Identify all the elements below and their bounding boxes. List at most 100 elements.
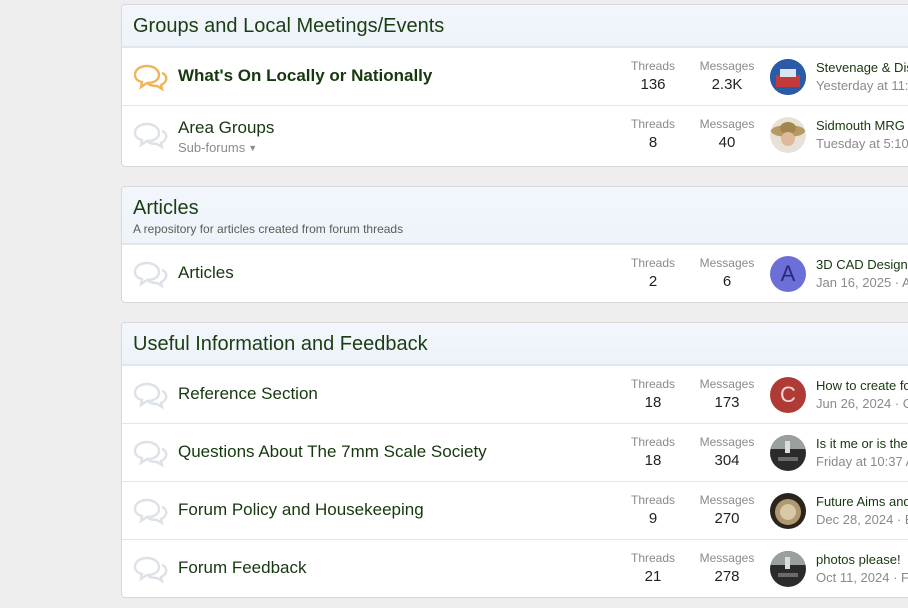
forum-title-link[interactable]: Area Groups (178, 118, 274, 138)
threads-stat: Threads 2 (618, 256, 688, 290)
messages-stat: Messages 304 (692, 435, 762, 469)
threads-count: 18 (644, 394, 662, 411)
threads-count: 21 (644, 568, 662, 585)
forum-node: Forum Feedback Threads 21 Messages 278 p… (122, 539, 908, 597)
threads-label: Threads (630, 493, 676, 507)
forum-node: Questions About The 7mm Scale Society Th… (122, 423, 908, 481)
messages-count: 304 (714, 452, 740, 469)
messages-label: Messages (699, 256, 755, 270)
forum-node: Area Groups Sub-forums ▼ Threads 8 Messag… (122, 105, 908, 166)
messages-stat: Messages 40 (692, 117, 762, 151)
caret-down-icon: ▼ (248, 143, 258, 153)
messages-count: 40 (718, 134, 736, 151)
subforums-dropdown[interactable]: Sub-forums ▼ (178, 140, 257, 155)
messages-count: 270 (714, 510, 740, 527)
messages-count: 173 (714, 394, 740, 411)
last-post-meta[interactable]: Dec 28, 2024 · E (816, 512, 908, 527)
messages-label: Messages (699, 551, 755, 565)
forum-node: Articles Threads 2 Messages 6 A 3D CAD D… (122, 244, 908, 302)
messages-stat: Messages 6 (692, 256, 762, 290)
messages-count: 2.3K (711, 76, 743, 93)
last-post-title-link[interactable]: Future Aims and (816, 494, 908, 509)
category-header: Articles A repository for articles creat… (122, 187, 908, 244)
threads-stat: Threads 9 (618, 493, 688, 527)
messages-stat: Messages 2.3K (692, 59, 762, 93)
messages-stat: Messages 270 (692, 493, 762, 527)
forum-title-link[interactable]: Forum Policy and Housekeeping (178, 500, 424, 520)
avatar-photo-icon (770, 435, 806, 471)
forum-title-link[interactable]: Reference Section (178, 384, 318, 404)
threads-label: Threads (630, 377, 676, 391)
avatar[interactable] (770, 551, 806, 587)
threads-label: Threads (630, 551, 676, 565)
last-post-title-link[interactable]: Is it me or is the (816, 436, 908, 451)
threads-count: 136 (640, 76, 666, 93)
avatar[interactable] (770, 435, 806, 471)
last-post-meta[interactable]: Tuesday at 5:10 (816, 136, 908, 151)
threads-label: Threads (630, 59, 676, 73)
avatar-photo-icon (770, 59, 806, 95)
category-block-groups: Groups and Local Meetings/Events What's … (121, 4, 908, 167)
threads-label: Threads (630, 435, 676, 449)
chat-bubbles-unread-icon (133, 64, 168, 92)
last-post-meta[interactable]: Jun 26, 2024 · C (816, 396, 908, 411)
avatar-photo-icon (770, 117, 806, 153)
chat-bubbles-icon (133, 440, 168, 468)
threads-stat: Threads 136 (618, 59, 688, 93)
last-post-meta[interactable]: Oct 11, 2024 · F (816, 570, 908, 585)
chat-bubbles-icon (133, 556, 168, 584)
avatar[interactable] (770, 117, 806, 153)
avatar[interactable] (770, 493, 806, 529)
category-description: A repository for articles created from f… (133, 222, 404, 236)
chat-bubbles-icon (133, 122, 168, 150)
messages-stat: Messages 278 (692, 551, 762, 585)
category-block-useful-info: Useful Information and Feedback Referenc… (121, 322, 908, 598)
messages-label: Messages (699, 59, 755, 73)
messages-label: Messages (699, 493, 755, 507)
messages-count: 278 (714, 568, 740, 585)
category-title[interactable]: Useful Information and Feedback (133, 332, 908, 356)
forum-title-link[interactable]: What's On Locally or Nationally (178, 66, 432, 86)
threads-label: Threads (630, 117, 676, 131)
last-post-title-link[interactable]: Sidmouth MRG (816, 118, 905, 133)
forum-title-link[interactable]: Forum Feedback (178, 558, 307, 578)
threads-stat: Threads 21 (618, 551, 688, 585)
threads-stat: Threads 18 (618, 377, 688, 411)
threads-stat: Threads 8 (618, 117, 688, 151)
messages-stat: Messages 173 (692, 377, 762, 411)
subforums-label: Sub-forums (178, 140, 246, 155)
messages-count: 6 (722, 273, 732, 290)
chat-bubbles-icon (133, 382, 168, 410)
threads-count: 2 (648, 273, 658, 290)
threads-stat: Threads 18 (618, 435, 688, 469)
avatar-photo-icon (770, 551, 806, 587)
forum-node: Reference Section Threads 18 Messages 17… (122, 365, 908, 423)
threads-count: 8 (648, 134, 658, 151)
category-header: Groups and Local Meetings/Events (122, 5, 908, 47)
threads-count: 18 (644, 452, 662, 469)
forum-node: What's On Locally or Nationally Threads … (122, 47, 908, 105)
category-header: Useful Information and Feedback (122, 323, 908, 365)
avatar[interactable]: C (770, 377, 806, 413)
last-post-title-link[interactable]: Stevenage & Dis (816, 60, 908, 75)
avatar[interactable]: A (770, 256, 806, 292)
chat-bubbles-icon (133, 261, 168, 289)
category-title[interactable]: Groups and Local Meetings/Events (133, 14, 908, 38)
last-post-title-link[interactable]: 3D CAD Design (816, 257, 908, 272)
last-post-title-link[interactable]: photos please! (816, 552, 901, 567)
last-post-meta[interactable]: Yesterday at 11: (816, 78, 908, 93)
messages-label: Messages (699, 117, 755, 131)
last-post-meta[interactable]: Friday at 10:37 A (816, 454, 908, 469)
avatar[interactable] (770, 59, 806, 95)
category-title[interactable]: Articles (133, 196, 908, 220)
category-block-articles: Articles A repository for articles creat… (121, 186, 908, 303)
threads-label: Threads (630, 256, 676, 270)
last-post-meta[interactable]: Jan 16, 2025 · A (816, 275, 908, 290)
forum-node: Forum Policy and Housekeeping Threads 9 … (122, 481, 908, 539)
forum-title-link[interactable]: Questions About The 7mm Scale Society (178, 442, 487, 462)
threads-count: 9 (648, 510, 658, 527)
avatar-photo-icon (770, 493, 806, 529)
forum-title-link[interactable]: Articles (178, 263, 234, 283)
messages-label: Messages (699, 377, 755, 391)
last-post-title-link[interactable]: How to create fo (816, 378, 908, 393)
